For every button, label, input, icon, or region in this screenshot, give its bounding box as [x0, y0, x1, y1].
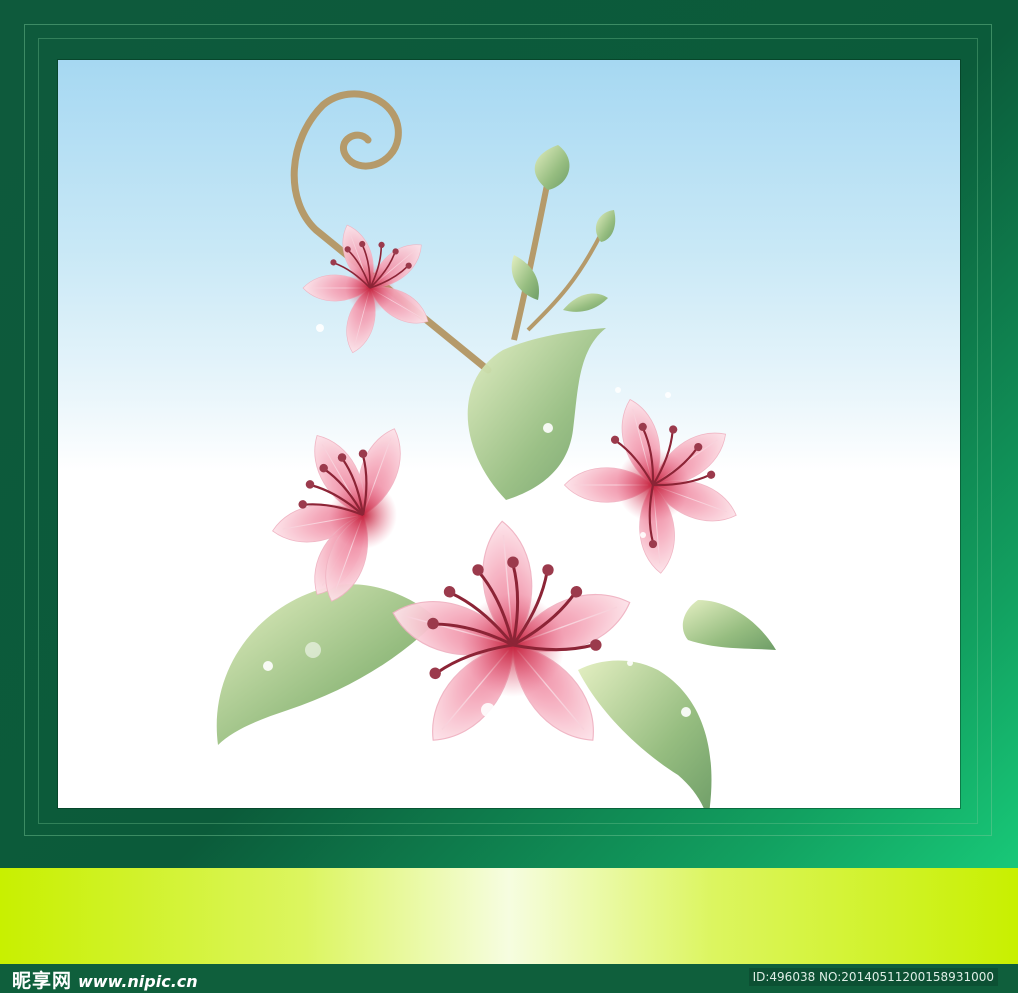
lily-left: [268, 422, 412, 608]
watermark-logo: 昵享网 www.nipic.cn: [12, 966, 198, 993]
leaf-bottom-right: [578, 660, 712, 808]
watermark-logo-text: 昵享网: [12, 970, 73, 992]
lily-top: [302, 220, 435, 357]
watermark-url: www.nipic.cn: [78, 972, 198, 991]
lily-center: [386, 518, 639, 757]
lily-right: [563, 394, 743, 576]
budding-branch: [511, 145, 616, 341]
watermark-id: ID:496038 NO:20140511200158931000: [748, 968, 998, 986]
watermark-bar: 昵享网 www.nipic.cn ID:496038 NO:20140511200…: [0, 964, 1018, 993]
leaf-right: [682, 600, 776, 650]
lily-flower-illustration: [216, 90, 776, 808]
lime-gradient-band: [0, 868, 1018, 964]
